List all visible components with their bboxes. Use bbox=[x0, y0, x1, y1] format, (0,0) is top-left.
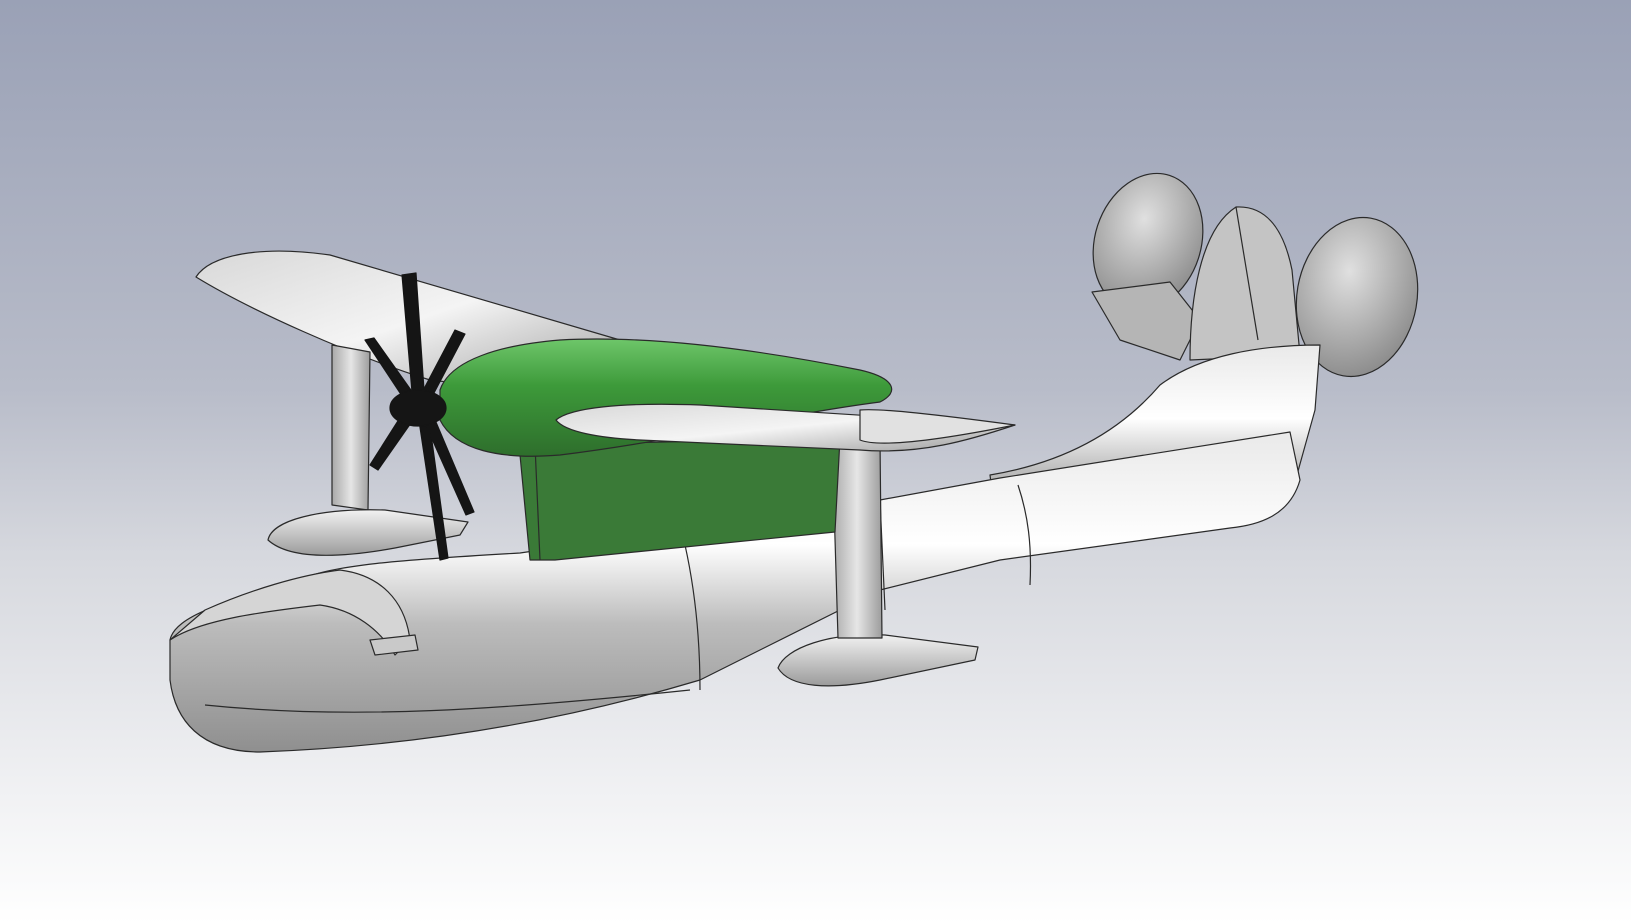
wing-strut-rear-left[interactable] bbox=[331, 344, 371, 511]
propeller-spinner[interactable] bbox=[389, 389, 447, 427]
cad-graphics-viewport[interactable] bbox=[0, 0, 1631, 924]
3d-model-canvas[interactable] bbox=[0, 0, 1631, 924]
wing-strut-front-right[interactable] bbox=[831, 439, 883, 639]
